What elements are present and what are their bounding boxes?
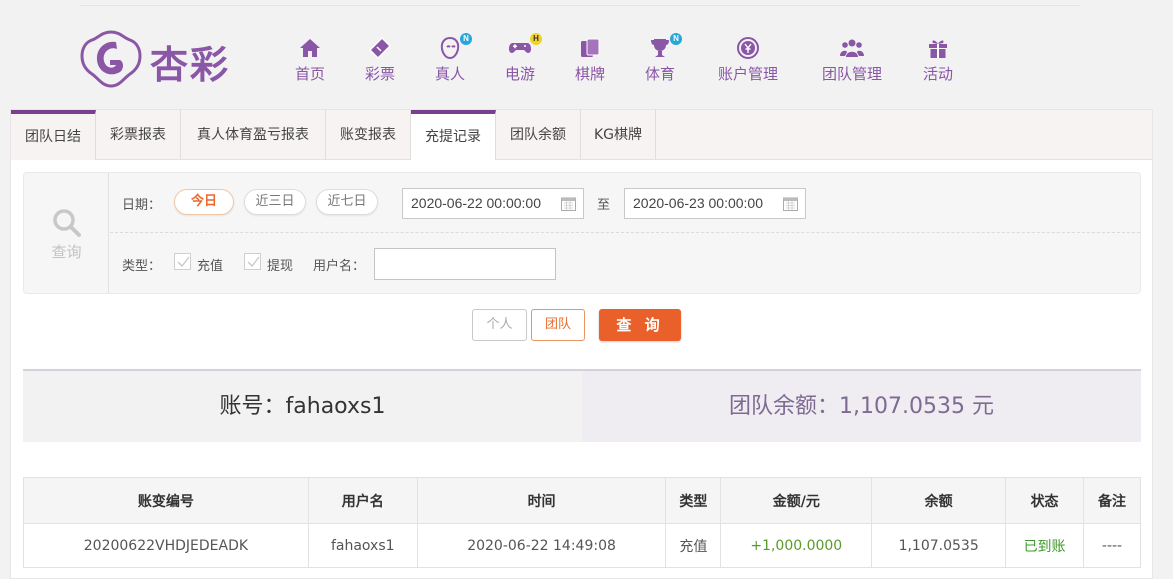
nav-home[interactable]: 首页 [282, 36, 338, 86]
end-date-value: 2020-06-23 00:00:00 [633, 195, 763, 211]
filter-box: 查询 日期： 今日 近三日 近七日 2020-06-22 00:00:00 至 … [23, 172, 1141, 294]
calendar-icon[interactable] [561, 196, 576, 211]
home-icon [298, 36, 322, 60]
cell-change-id: 20200622VHDJEDEADK [23, 523, 309, 568]
last-seven-days-button[interactable]: 近七日 [316, 189, 378, 215]
tab-team-balance[interactable]: 团队余额 [496, 110, 581, 160]
deposit-label: 充值 [197, 259, 224, 274]
top-divider [80, 5, 1080, 6]
tab-lottery-report[interactable]: 彩票报表 [96, 110, 181, 160]
query-button[interactable]: 查 询 [599, 309, 681, 341]
calendar-icon[interactable] [783, 196, 798, 211]
nav-account-label: 账户管理 [717, 65, 778, 83]
nav-lottery-label: 彩票 [364, 65, 395, 83]
team-button[interactable]: 团队 [531, 309, 585, 341]
deposit-checkbox[interactable] [174, 253, 191, 270]
withdraw-checkbox[interactable] [244, 253, 261, 270]
personal-button[interactable]: 个人 [472, 309, 527, 341]
cell-username: fahaoxs1 [307, 523, 418, 568]
username-label: 用户名： [313, 259, 366, 274]
nav-lottery[interactable]: 彩票 [352, 36, 408, 86]
col-type: 类型 [665, 477, 722, 524]
query-section-label: 查询 [51, 243, 82, 261]
tab-account-change[interactable]: 账变报表 [326, 110, 411, 160]
live-dealer-icon: N [438, 33, 472, 60]
account-name: 账号：fahaoxs1 [23, 371, 582, 442]
tab-deposit-withdraw[interactable]: 充提记录 [411, 110, 496, 160]
col-amount: 金额/元 [720, 477, 873, 524]
site-header: 杏彩 首页 彩票 N 真人 H 电游 棋牌 N 体育 账户管理 团队管理 活动 [0, 0, 1173, 108]
gift-icon [926, 36, 950, 60]
withdraw-label: 提现 [267, 259, 294, 274]
end-date-input[interactable]: 2020-06-23 00:00:00 [624, 188, 806, 219]
report-tabs: 团队日结 彩票报表 真人体育盈亏报表 账变报表 充提记录 团队余额 KG棋牌 [11, 110, 1152, 160]
nav-chess[interactable]: 棋牌 [562, 36, 618, 86]
to-label: 至 [597, 198, 611, 213]
check-icon [247, 256, 260, 267]
date-label: 日期： [122, 198, 162, 213]
col-balance: 余额 [871, 477, 1007, 524]
nav-account[interactable]: 账户管理 [710, 36, 786, 86]
col-remark: 备注 [1083, 477, 1141, 524]
team-balance: 团队余额：1,107.0535 元 [582, 371, 1141, 442]
nav-sports-badge: N [670, 33, 682, 45]
username-input[interactable] [374, 248, 556, 280]
start-date-input[interactable]: 2020-06-22 00:00:00 [402, 188, 584, 219]
nav-slots[interactable]: H 电游 [492, 33, 548, 86]
nav-activity[interactable]: 活动 [910, 36, 966, 86]
query-section: 查询 [24, 173, 109, 293]
table-header-row: 账变编号 用户名 时间 类型 金额/元 余额 状态 备注 [23, 477, 1141, 524]
ticket-icon [368, 36, 392, 60]
cell-status: 已到账 [1005, 523, 1085, 568]
account-summary: 账号：fahaoxs1 团队余额：1,107.0535 元 [23, 369, 1141, 442]
nav-home-label: 首页 [294, 65, 325, 83]
last-three-days-button[interactable]: 近三日 [244, 189, 306, 215]
gamepad-icon: H [508, 33, 542, 60]
cards-icon [578, 36, 602, 60]
check-icon [177, 256, 190, 267]
start-date-value: 2020-06-22 00:00:00 [411, 195, 541, 211]
nav-sports-label: 体育 [644, 65, 675, 83]
cell-time: 2020-06-22 14:49:08 [416, 523, 667, 568]
report-panel: 团队日结 彩票报表 真人体育盈亏报表 账变报表 充提记录 团队余额 KG棋牌 查… [10, 109, 1153, 579]
brand-name[interactable]: 杏彩 [150, 34, 230, 89]
search-icon [53, 209, 81, 237]
col-change-id: 账变编号 [23, 477, 309, 524]
tab-team-daily[interactable]: 团队日结 [11, 110, 96, 160]
type-label: 类型： [122, 259, 162, 274]
tab-live-sports-report[interactable]: 真人体育盈亏报表 [181, 110, 326, 160]
col-username: 用户名 [307, 477, 418, 524]
trophy-icon: N [648, 33, 682, 60]
today-button[interactable]: 今日 [174, 189, 234, 215]
nav-team-label: 团队管理 [821, 65, 882, 83]
nav-chess-label: 棋牌 [574, 65, 605, 83]
tab-kg-chess[interactable]: KG棋牌 [581, 110, 656, 160]
nav-slots-label: 电游 [504, 65, 535, 83]
nav-live[interactable]: N 真人 [422, 33, 478, 86]
nav-slots-badge: H [530, 33, 542, 45]
yen-coin-icon [736, 36, 760, 60]
cell-amount: +1,000.0000 [720, 523, 873, 568]
nav-live-badge: N [460, 33, 472, 45]
date-row: 日期： 今日 近三日 近七日 2020-06-22 00:00:00 至 202… [110, 173, 1140, 233]
cell-type: 充值 [665, 523, 722, 568]
records-table: 账变编号 用户名 时间 类型 金额/元 余额 状态 备注 20200622VHD… [23, 477, 1141, 568]
nav-live-label: 真人 [434, 65, 465, 83]
nav-sports[interactable]: N 体育 [632, 33, 688, 86]
team-icon [840, 36, 864, 60]
nav-activity-label: 活动 [922, 65, 953, 83]
nav-team[interactable]: 团队管理 [814, 36, 890, 86]
cell-remark: ---- [1083, 523, 1141, 568]
col-time: 时间 [416, 477, 667, 524]
table-row: 20200622VHDJEDEADK fahaoxs1 2020-06-22 1… [23, 523, 1141, 568]
cell-balance: 1,107.0535 [871, 523, 1007, 568]
type-row: 类型： 充值 提现 用户名： [110, 234, 1140, 294]
col-status: 状态 [1005, 477, 1085, 524]
